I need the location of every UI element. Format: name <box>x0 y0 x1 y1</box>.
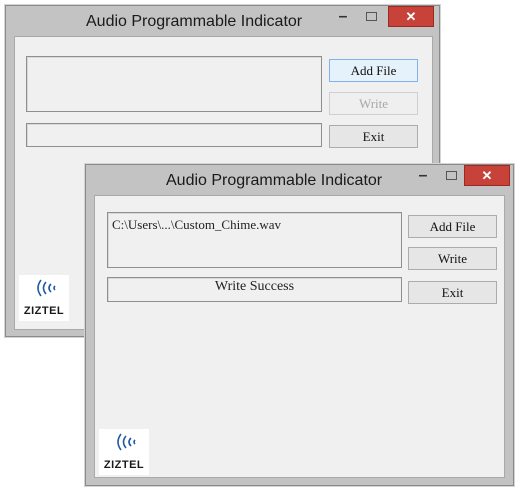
logo-text: ZIZTEL <box>23 305 65 317</box>
logo-text: ZIZTEL <box>103 459 145 471</box>
add-file-button[interactable]: Add File <box>408 215 497 238</box>
write-button[interactable]: Write <box>329 92 418 115</box>
exit-button[interactable]: Exit <box>408 281 497 304</box>
front-window-client: C:\Users\...\Custom_Chime.wav Write Succ… <box>94 195 505 478</box>
file-path-display: C:\Users\...\Custom_Chime.wav <box>107 212 402 268</box>
maximize-button[interactable] <box>438 165 464 186</box>
maximize-icon <box>365 12 377 21</box>
sound-waves-icon <box>37 279 56 297</box>
front-window-titlebar[interactable]: Audio Programmable Indicator – ✕ <box>86 165 513 195</box>
minimize-button[interactable]: – <box>330 6 356 27</box>
maximize-button[interactable] <box>358 6 384 27</box>
maximize-icon <box>445 171 457 180</box>
file-path-display <box>26 56 322 112</box>
front-window-title: Audio Programmable Indicator <box>166 172 383 189</box>
front-window: Audio Programmable Indicator – ✕ C:\User… <box>85 164 514 486</box>
minimize-button[interactable]: – <box>410 165 436 186</box>
status-text: Write Success <box>214 279 295 294</box>
file-path-text: C:\Users\...\Custom_Chime.wav <box>112 217 281 232</box>
exit-button[interactable]: Exit <box>329 125 418 148</box>
ziztel-logo: ZIZTEL <box>19 275 69 321</box>
back-window-titlebar[interactable]: Audio Programmable Indicator – ✕ <box>6 6 439 36</box>
close-button[interactable]: ✕ <box>388 6 434 27</box>
back-window-title: Audio Programmable Indicator <box>86 13 303 30</box>
close-button[interactable]: ✕ <box>464 165 510 186</box>
status-display: Write Success <box>107 277 402 302</box>
write-button[interactable]: Write <box>408 247 497 270</box>
ziztel-logo: ZIZTEL <box>99 429 149 475</box>
status-display <box>26 123 322 147</box>
add-file-button[interactable]: Add File <box>329 59 418 82</box>
sound-waves-icon <box>117 433 136 451</box>
